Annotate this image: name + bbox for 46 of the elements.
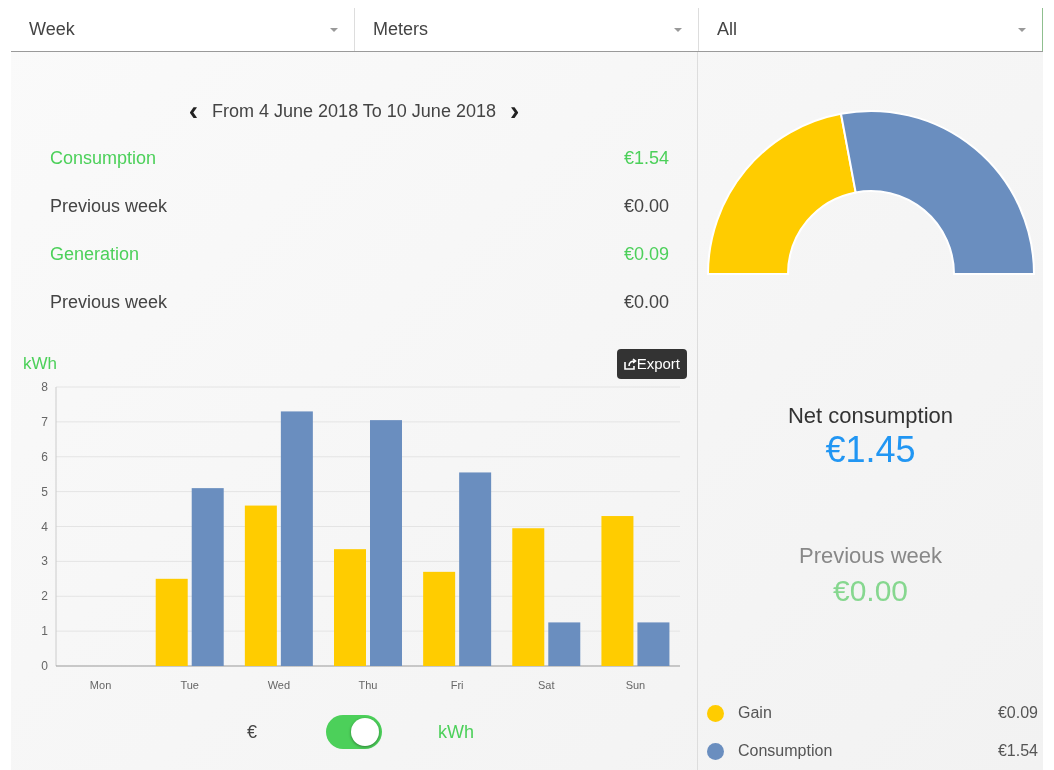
date-range: From 4 June 2018 To 10 June 2018 <box>212 99 496 123</box>
category-label: Fri <box>450 679 464 691</box>
unit-label: € <box>246 720 258 744</box>
summary-label: Consumption <box>50 146 157 170</box>
tick-label: 0 <box>41 659 48 673</box>
tick-label: 1 <box>41 624 48 639</box>
summary-value: €0.09 <box>623 242 669 266</box>
summary-label: Previous week <box>50 194 168 218</box>
tick-label: 4 <box>41 519 48 534</box>
category-label: Sat <box>538 679 555 691</box>
net-label: Net consumption <box>786 402 955 430</box>
export-button[interactable]: Export <box>616 348 687 380</box>
bar <box>548 622 581 666</box>
net-value: €1.45 <box>824 432 917 468</box>
caret-icon <box>674 27 682 32</box>
bar <box>637 622 670 666</box>
legend-value: €1.54 <box>997 741 1038 761</box>
tick-label: 5 <box>41 484 48 499</box>
tick-label: 3 <box>41 554 48 569</box>
category-label: Mon <box>89 679 112 691</box>
tick-label: 8 <box>41 380 48 394</box>
axis-unit-label: kWh <box>23 353 57 376</box>
tick-label: 6 <box>41 449 48 464</box>
legend-value: €0.09 <box>997 703 1038 723</box>
category-label: Tue <box>180 679 199 691</box>
summary-value: €0.00 <box>623 290 669 314</box>
share-icon <box>623 358 637 370</box>
tick-label: 7 <box>41 414 48 429</box>
summary-value: €0.00 <box>623 194 669 218</box>
toggle-switch[interactable] <box>326 715 382 749</box>
unit-label: kWh <box>437 720 475 744</box>
category-label: Thu <box>358 679 378 691</box>
tick-label: 2 <box>41 589 48 604</box>
summary-value: €1.54 <box>623 146 669 170</box>
legend-label: Gain <box>738 703 773 723</box>
caret-icon <box>1018 27 1026 32</box>
summary-label: Previous week <box>50 290 168 314</box>
category-label: Wed <box>267 679 291 691</box>
summary-label: Generation <box>50 242 140 266</box>
category-label: Sun <box>625 679 646 691</box>
previous-button[interactable]: ‹ <box>182 97 205 125</box>
previous-value: €0.00 <box>831 576 910 606</box>
next-button[interactable]: › <box>503 97 526 125</box>
previous-label: Previous week <box>797 542 944 570</box>
legend-label: Consumption <box>738 741 834 761</box>
caret-icon <box>330 27 338 32</box>
